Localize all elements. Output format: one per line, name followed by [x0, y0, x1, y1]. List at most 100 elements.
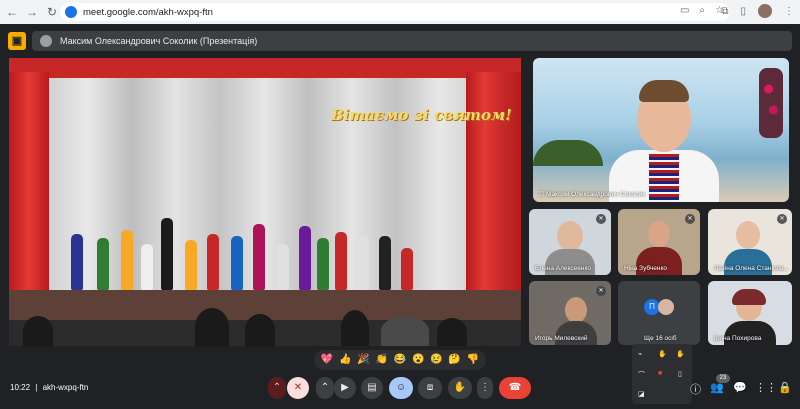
performer: [97, 238, 109, 290]
more-options-button[interactable]: ⋮: [477, 377, 493, 399]
mic-off-icon: ✕: [777, 214, 787, 224]
performer: [317, 238, 329, 290]
people-count-badge: 23: [716, 374, 730, 383]
clock-time: 10:22: [10, 383, 31, 392]
chat-icon[interactable]: 💬: [733, 381, 747, 394]
audience-head: [341, 310, 369, 346]
hand-raise-panel: ⌁ ✋ ✋ ⌒ ■ ▯ ◪: [632, 344, 692, 404]
separator: |: [35, 383, 38, 392]
performer: [231, 236, 243, 290]
background-flowers: [759, 68, 783, 138]
performer: [185, 240, 197, 290]
participant-name: Ірина Похирова: [714, 335, 762, 342]
host-name: Максим Олександрович Соколик: [545, 191, 646, 198]
panel-icon[interactable]: ⌁: [638, 350, 642, 358]
presentation-video[interactable]: Вітаємо зі святом!: [9, 58, 521, 346]
participant-tile[interactable]: ✕ Ніна Зубченко: [618, 209, 700, 275]
camera-options-chevron-icon[interactable]: ⌃: [316, 377, 334, 399]
side-panel-icon[interactable]: ▯: [740, 6, 746, 17]
reaction-laugh[interactable]: 😂: [394, 353, 406, 367]
more-participants-label: Ще 16 осіб: [644, 335, 677, 342]
panel-icon[interactable]: ⌒: [638, 370, 645, 380]
mic-off-icon: ✕: [596, 214, 606, 224]
audience-head: [245, 314, 275, 346]
reaction-sad[interactable]: 😢: [430, 353, 442, 367]
performer: [141, 244, 153, 290]
host-hair: [639, 80, 689, 102]
reload-icon[interactable]: ↻: [44, 4, 60, 20]
participant-tile[interactable]: ✕ Игорь Милевский: [529, 281, 611, 345]
performer: [357, 236, 369, 290]
participant-face: [648, 221, 670, 247]
meeting-details-icon[interactable]: ⓘ: [690, 381, 701, 397]
participant-tile[interactable]: ✕ Лазіна Олена Станісла...: [708, 209, 792, 275]
performer: [277, 244, 289, 290]
participant-face: [736, 221, 760, 249]
present-screen-button[interactable]: ⧈: [418, 377, 442, 399]
audience-head: [23, 316, 53, 346]
participant-face: [565, 297, 587, 323]
reaction-heart[interactable]: 💖: [321, 353, 333, 367]
participant-tile[interactable]: ✕ Елена Алексеенко: [529, 209, 611, 275]
mic-off-button[interactable]: ✕: [287, 377, 309, 399]
mic-options-chevron-icon[interactable]: ⌃: [268, 377, 286, 399]
emoji-reactions-button[interactable]: ☺: [389, 377, 413, 399]
address-bar[interactable]: meet.google.com/akh-wxpq-ftn ▭ ⌕ ☆: [60, 3, 730, 21]
url-text: meet.google.com/akh-wxpq-ftn: [83, 6, 213, 18]
captions-button[interactable]: ▤: [361, 377, 383, 399]
camera-permission-icon[interactable]: ▭: [680, 5, 689, 16]
panel-icon[interactable]: ✋: [658, 350, 667, 358]
participant-name: Елена Алексеенко: [535, 265, 592, 272]
meeting-info: 10:22 | akh-wxpq-ftn: [10, 383, 88, 392]
host-name-label: ⎋ Максим Олександрович Соколик: [539, 191, 645, 199]
site-info-icon[interactable]: [65, 6, 77, 18]
browser-menu-icon[interactable]: ⋮: [784, 6, 794, 17]
presenting-icon: ⎋: [539, 191, 546, 198]
panel-icon[interactable]: ■: [658, 370, 662, 377]
leave-call-button[interactable]: ☎: [499, 377, 531, 399]
reaction-surprised[interactable]: 😮: [412, 353, 424, 367]
mic-off-icon: ✕: [596, 286, 606, 296]
host-video-tile[interactable]: ⎋ Максим Олександрович Соколик: [533, 58, 789, 202]
participant-tile[interactable]: Ірина Похирова: [708, 281, 792, 345]
performer: [207, 234, 219, 290]
profile-avatar[interactable]: [758, 4, 772, 18]
panel-icon[interactable]: ✋: [676, 350, 685, 358]
performer: [253, 224, 265, 290]
presenter-avatar: [40, 35, 52, 47]
audience-head: [437, 318, 467, 346]
participant-avatar-photo: [658, 299, 674, 315]
forward-arrow-icon[interactable]: →: [24, 4, 40, 20]
performer: [299, 226, 311, 290]
extensions-icon[interactable]: ⧉: [721, 6, 728, 17]
stage-banner: Вітаємо зі святом!: [331, 106, 512, 124]
participant-name: Игорь Милевский: [535, 335, 588, 342]
reaction-thumbs-down[interactable]: 👎: [467, 353, 479, 367]
reaction-thumbs-up[interactable]: 👍: [339, 353, 351, 367]
performer: [161, 218, 173, 290]
more-participants-tile[interactable]: П Ще 16 осіб: [618, 281, 700, 345]
panel-icon[interactable]: ▯: [678, 370, 682, 378]
reaction-clap[interactable]: 👏: [376, 353, 388, 367]
participant-hair: [732, 289, 766, 305]
mic-off-icon: ✕: [685, 214, 695, 224]
panel-icon[interactable]: ◪: [638, 390, 645, 398]
meet-logo-icon: ▣: [8, 32, 26, 50]
reaction-party[interactable]: 🎉: [357, 353, 369, 367]
presenter-banner-text: Максим Олександрович Соколик (Презентаці…: [60, 36, 258, 46]
back-arrow-icon[interactable]: ←: [4, 4, 20, 20]
performer: [71, 234, 83, 290]
performer: [401, 248, 413, 290]
performer: [335, 232, 347, 290]
reaction-thinking[interactable]: 🤔: [448, 353, 460, 367]
raise-hand-button[interactable]: ✋: [448, 377, 472, 399]
zoom-icon[interactable]: ⌕: [699, 5, 705, 16]
camera-button[interactable]: ▶: [334, 377, 356, 399]
audience-head: [195, 308, 229, 346]
participant-name: Лазіна Олена Станісла...: [714, 265, 789, 272]
activities-icon[interactable]: ⋮⋮: [755, 381, 777, 394]
reactions-bar: 💖 👍 🎉 👏 😂 😮 😢 🤔 👎: [314, 350, 486, 370]
background-plant: [533, 140, 603, 166]
host-shirt-embroidery: [649, 154, 679, 202]
host-controls-icon[interactable]: 🔒: [778, 381, 792, 394]
